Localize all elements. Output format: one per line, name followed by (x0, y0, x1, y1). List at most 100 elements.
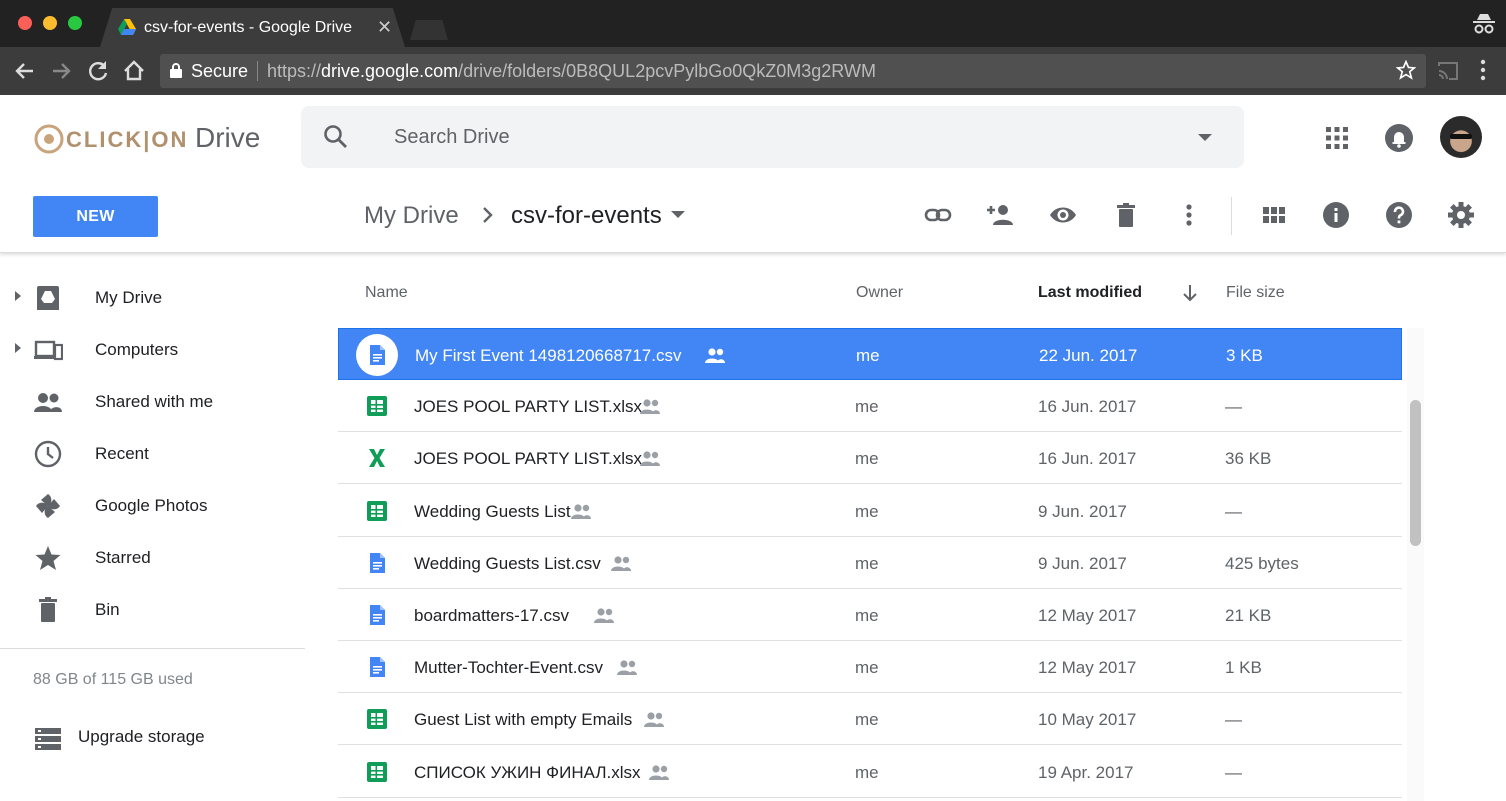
table-row[interactable]: Wedding Guests List me 9 Jun. 2017 — (338, 485, 1402, 537)
more-actions-icon[interactable] (1174, 200, 1204, 230)
new-tab-button[interactable] (410, 20, 448, 40)
file-size: 3 KB (1226, 346, 1263, 365)
expand-arrow-icon[interactable] (14, 342, 22, 354)
url-path: /drive/folders/0B8QUL2pcvPylbGo0QkZ0M3g2… (458, 61, 876, 81)
new-button[interactable]: NEW (33, 196, 158, 237)
sort-descending-icon[interactable] (1181, 283, 1199, 303)
file-name: Wedding Guests List.csv (414, 553, 601, 573)
excel-icon (369, 449, 385, 468)
table-row[interactable]: JOES POOL PARTY LIST.xlsx me 16 Jun. 201… (338, 380, 1402, 433)
table-row[interactable]: boardmatters-17.csv me 12 May 2017 21 KB (338, 589, 1402, 641)
file-name: JOES POOL PARTY LIST.xlsx (414, 449, 642, 469)
bookmark-star-icon[interactable] (1396, 60, 1416, 80)
table-row[interactable]: Guest List with empty Emails me 10 May 2… (338, 693, 1402, 746)
search-icon[interactable] (323, 124, 349, 150)
file-size: 21 KB (1225, 606, 1272, 625)
table-row[interactable]: JOES POOL PARTY LIST.xlsx me 16 Jun. 201… (338, 432, 1402, 485)
sidebar-item-bin[interactable]: Bin (0, 584, 305, 636)
expand-arrow-icon[interactable] (14, 290, 22, 302)
apps-grid-icon[interactable] (1322, 123, 1352, 153)
sidebar-item-google-photos[interactable]: Google Photos (0, 480, 305, 532)
tab-title: csv-for-events - Google Drive (144, 19, 353, 36)
shared-people-icon (639, 397, 661, 415)
browser-toolbar: Secure https://drive.google.com/drive/fo… (0, 47, 1506, 95)
info-icon[interactable] (1321, 200, 1351, 230)
get-link-icon[interactable] (923, 200, 953, 230)
home-icon[interactable] (121, 58, 147, 84)
window-close-button[interactable] (18, 16, 32, 30)
sidebar-item-label: Recent (95, 444, 149, 463)
sidebar-item-shared-with-me[interactable]: Shared with me (0, 376, 305, 428)
window-minimize-button[interactable] (43, 16, 57, 30)
table-row[interactable]: Mutter-Tochter-Event.csv me 12 May 2017 … (338, 641, 1402, 694)
sidebar-item-label: Shared with me (95, 392, 214, 411)
toolbar-divider (1231, 197, 1232, 235)
file-size: 425 bytes (1225, 553, 1299, 573)
upgrade-storage-link[interactable]: Upgrade storage (0, 718, 305, 758)
reload-icon[interactable] (85, 58, 111, 84)
scrollbar-thumb[interactable] (1410, 400, 1421, 546)
avatar[interactable] (1440, 116, 1482, 158)
file-name: СПИСОК УЖИН ФИНАЛ.xlsx (414, 762, 641, 782)
folder-menu-caret-icon[interactable] (671, 210, 685, 220)
shared-icon (34, 393, 62, 412)
cast-icon[interactable] (1437, 61, 1459, 81)
chrome-menu-icon[interactable] (1480, 59, 1486, 81)
table-row[interactable]: My First Event 1498120668717.csv me 22 J… (338, 328, 1402, 380)
file-icon-badge (356, 334, 398, 376)
file-last-modified: 22 Jun. 2017 (1039, 346, 1138, 365)
breadcrumb-root[interactable]: My Drive (364, 202, 459, 230)
share-add-person-icon[interactable] (985, 200, 1015, 230)
file-name: JOES POOL PARTY LIST.xlsx (414, 397, 642, 417)
shared-people-icon (639, 449, 661, 467)
delete-trash-icon[interactable] (1111, 200, 1141, 230)
shared-people-icon (616, 658, 638, 676)
tab-close-icon[interactable]: ✕ (377, 17, 392, 38)
column-header-file-size[interactable]: File size (1226, 284, 1285, 302)
incognito-icon (1473, 14, 1495, 34)
sidebar-item-my-drive[interactable]: My Drive (0, 272, 305, 324)
computers-icon (34, 340, 63, 361)
sheets-icon (367, 500, 387, 521)
breadcrumb-current[interactable]: csv-for-events (511, 202, 662, 230)
column-header-last-modified[interactable]: Last modified (1038, 284, 1142, 302)
grid-view-icon[interactable] (1259, 200, 1289, 230)
file-size: 36 KB (1225, 449, 1272, 469)
brand-name: CLICK|ON (66, 127, 189, 152)
forward-icon[interactable] (48, 58, 74, 84)
search-options-icon[interactable] (1198, 132, 1212, 142)
url-text: https://drive.google.com/drive/folders/0… (267, 61, 876, 82)
file-owner: me (855, 658, 879, 678)
storage-icon (35, 728, 61, 750)
csv-document-icon (370, 657, 385, 678)
search-bar[interactable] (301, 106, 1244, 168)
window-zoom-button[interactable] (68, 16, 82, 30)
column-header-name[interactable]: Name (365, 284, 408, 302)
file-size: — (1225, 397, 1242, 417)
address-bar[interactable]: Secure https://drive.google.com/drive/fo… (160, 54, 1426, 88)
sidebar-item-label: Bin (95, 600, 120, 619)
help-icon[interactable] (1384, 200, 1414, 230)
sidebar-item-recent[interactable]: Recent (0, 428, 305, 480)
settings-gear-icon[interactable] (1446, 200, 1476, 230)
browser-tab[interactable]: csv-for-events - Google Drive ✕ (100, 8, 405, 47)
sidebar-item-label: Starred (95, 548, 151, 567)
file-last-modified: 16 Jun. 2017 (1038, 449, 1137, 469)
preview-eye-icon[interactable] (1048, 200, 1078, 230)
file-owner: me (855, 762, 879, 782)
notifications-icon[interactable] (1384, 123, 1414, 153)
sidebar-item-computers[interactable]: Computers (0, 324, 305, 376)
csv-document-icon (370, 605, 385, 625)
sidebar-item-label: My Drive (95, 288, 163, 307)
search-input[interactable] (394, 124, 1174, 150)
secure-label: Secure (191, 61, 249, 81)
file-name: boardmatters-17.csv (414, 606, 569, 625)
scrollbar-track[interactable] (1407, 328, 1424, 801)
column-header-owner[interactable]: Owner (856, 284, 903, 302)
table-row[interactable]: СПИСОК УЖИН ФИНАЛ.xlsx me 19 Apr. 2017 — (338, 746, 1402, 798)
sheets-icon (367, 709, 387, 730)
sidebar-item-starred[interactable]: Starred (0, 532, 305, 584)
sidebar-divider (0, 648, 305, 649)
back-icon[interactable] (12, 58, 38, 84)
table-row[interactable]: Wedding Guests List.csv me 9 Jun. 2017 4… (338, 537, 1402, 589)
